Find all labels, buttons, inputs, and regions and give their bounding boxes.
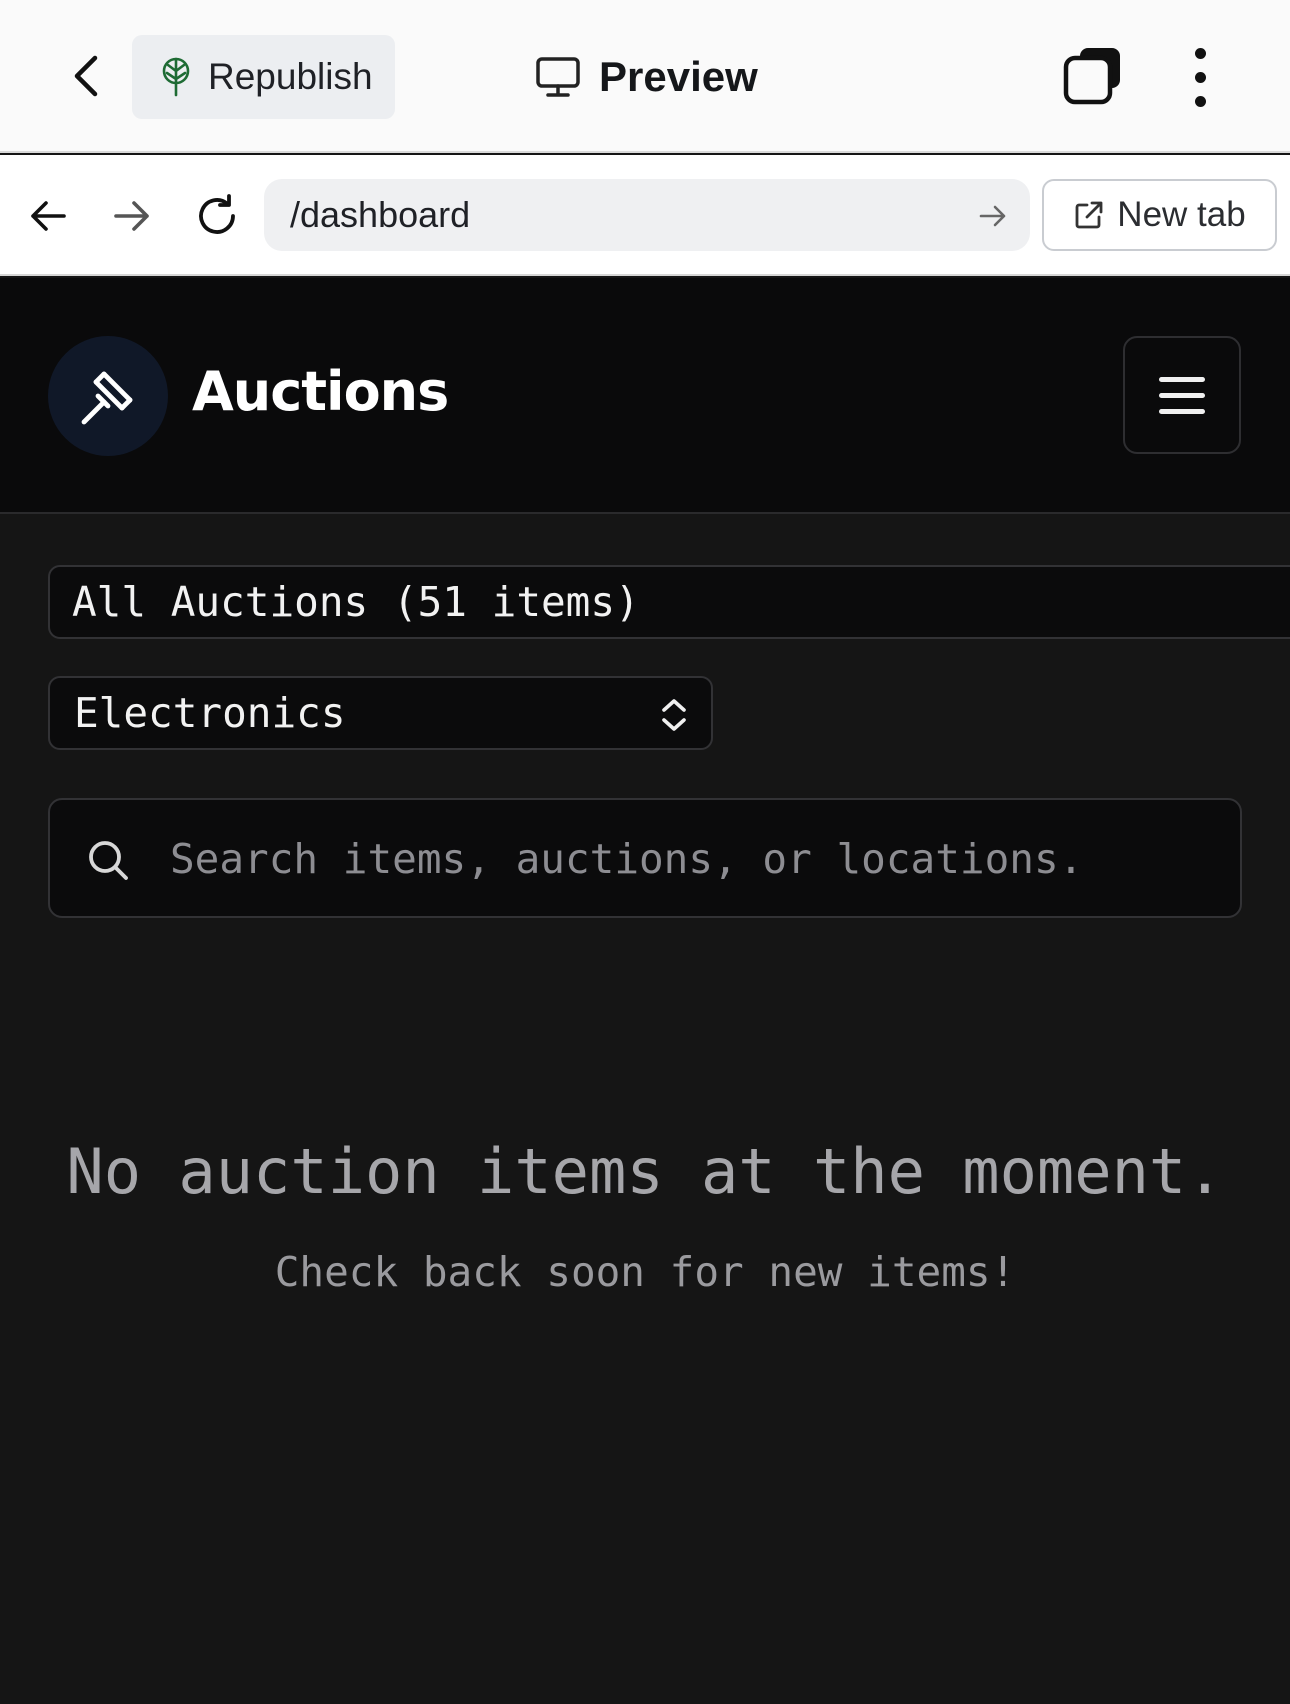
app-header: Auctions — [0, 278, 1290, 514]
more-dot — [1194, 47, 1206, 59]
preview-title: Preview — [535, 45, 758, 109]
browser-forward-button[interactable] — [104, 188, 160, 244]
gavel-icon — [81, 371, 133, 425]
app-logo — [48, 336, 168, 456]
preview-label: Preview — [599, 53, 758, 100]
back-button[interactable] — [58, 48, 114, 104]
all-auctions-label: All Auctions (51 items) — [72, 578, 640, 626]
more-options-button[interactable] — [1176, 44, 1224, 110]
all-auctions-filter[interactable]: All Auctions (51 items) — [48, 565, 1290, 639]
browser-nav-bar: /dashboard New tab — [0, 155, 1290, 276]
new-tab-button[interactable]: New tab — [1042, 179, 1277, 251]
republish-label: Republish — [208, 56, 373, 97]
external-link-icon — [1075, 201, 1103, 229]
more-dot — [1194, 71, 1206, 83]
top-app-bar: Republish Preview — [0, 0, 1290, 153]
search-input[interactable] — [170, 820, 1230, 898]
search-icon — [89, 841, 128, 880]
tabs-button[interactable] — [1060, 44, 1126, 110]
arrow-right-icon — [114, 201, 149, 231]
search-box[interactable] — [48, 798, 1242, 918]
more-dot — [1194, 95, 1206, 107]
url-text: /dashboard — [290, 194, 471, 235]
app-title: Auctions — [192, 360, 449, 423]
empty-state-title: No auction items at the moment. — [66, 1135, 1224, 1208]
arrow-left-icon — [31, 201, 66, 231]
tree-icon — [162, 57, 190, 97]
arrow-right-icon[interactable] — [978, 201, 1008, 231]
republish-button[interactable]: Republish — [132, 35, 395, 119]
reload-icon — [199, 194, 235, 234]
hamburger-icon — [1159, 376, 1205, 382]
url-field[interactable]: /dashboard — [264, 179, 1030, 251]
hamburger-icon — [1159, 408, 1205, 414]
category-selected-value: Electronics — [74, 689, 346, 737]
reload-button[interactable] — [189, 188, 245, 244]
hamburger-menu-button[interactable] — [1123, 336, 1241, 454]
browser-back-button[interactable] — [20, 188, 76, 244]
hamburger-icon — [1159, 392, 1205, 398]
new-tab-label: New tab — [1117, 195, 1246, 234]
empty-state-subtitle: Check back soon for new items! — [274, 1248, 1016, 1296]
category-select[interactable]: Electronics — [48, 676, 713, 750]
monitor-icon — [536, 57, 580, 97]
tabs-icon — [1063, 48, 1120, 105]
chevron-left-icon — [74, 55, 98, 97]
chevron-up-down-icon — [662, 699, 686, 731]
